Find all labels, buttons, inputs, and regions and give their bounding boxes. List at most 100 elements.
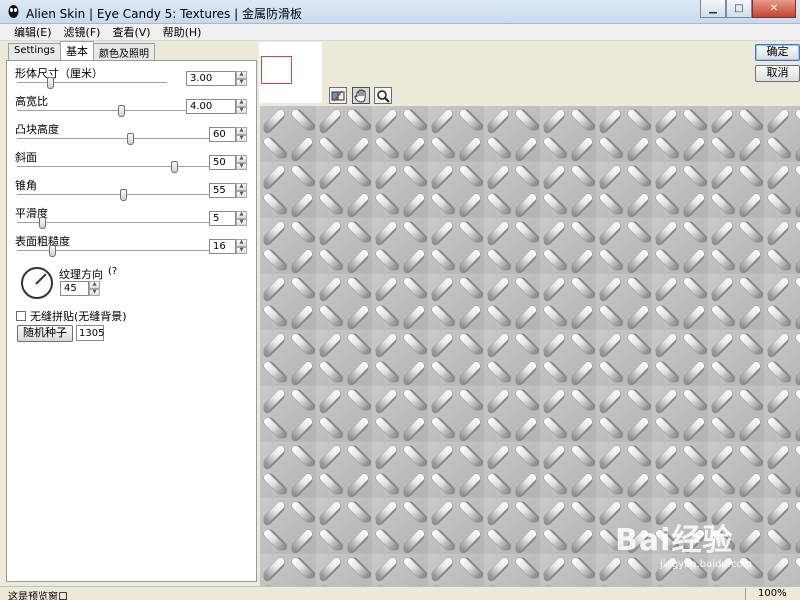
slider-track[interactable] [17,110,187,112]
seamless-option[interactable]: 无缝拼贴(无缝背景) [16,308,127,324]
spin-down-icon[interactable]: ▼ [236,162,247,170]
spin-up-icon[interactable]: ▲ [236,71,247,79]
seamless-checkbox[interactable] [16,311,26,321]
shape-size-spinner[interactable]: 3.00 ▲ ▼ [186,71,247,86]
seamless-label: 无缝拼贴(无缝背景) [30,310,127,323]
spinner-value[interactable]: 4.00 [186,99,236,114]
spin-down-icon[interactable]: ▼ [89,288,100,296]
direction-dial[interactable] [21,267,53,299]
param-label: 高宽比 [15,95,48,108]
dial-needle [35,273,47,285]
random-seed-button[interactable]: 随机种子 [17,325,73,342]
smoothness-spinner[interactable]: 5 ▲ ▼ [209,211,247,226]
param-bevel: 斜面 50 ▲ ▼ [15,149,255,177]
cancel-button[interactable]: 取消 [755,65,800,82]
spinner-value[interactable]: 16 [209,239,236,254]
slider-thumb[interactable] [127,133,135,145]
spinner-value[interactable]: 45 [60,281,89,296]
zoom-tool-button[interactable] [374,87,392,104]
param-label: 锥角 [15,179,37,192]
hand-tool-button[interactable] [352,87,370,104]
param-label: 斜面 [15,151,37,164]
compare-button[interactable] [329,87,347,104]
menu-filter[interactable]: 滤镜(F) [58,24,107,40]
param-smoothness: 平滑度 5 ▲ ▼ [15,205,255,233]
maximize-button[interactable]: □ [726,0,752,18]
spin-up-icon[interactable]: ▲ [236,211,247,219]
slider-track[interactable] [17,194,209,196]
status-message: 这是预览窗口 [8,592,68,600]
maximize-icon: □ [734,3,744,14]
help-icon[interactable]: (? [108,266,117,277]
status-separator [745,588,746,600]
menu-help[interactable]: 帮助(H) [157,24,208,40]
slider-thumb[interactable] [119,189,127,201]
param-label: 凸块高度 [15,123,59,136]
seed-field[interactable]: 1305 [76,325,104,341]
spin-down-icon[interactable]: ▼ [236,106,247,114]
spin-up-icon[interactable]: ▲ [236,99,247,107]
menu-edit[interactable]: 编辑(E) [8,24,58,40]
menu-bar: 编辑(E) 滤镜(F) 查看(V) 帮助(H) [0,24,800,41]
slider-thumb[interactable] [47,77,54,89]
param-taper-angle: 锥角 55 ▲ ▼ [15,177,255,205]
baidu-watermark: Bai经验 jingyan.baidu.com [615,515,752,570]
compare-icon [331,90,345,101]
zoom-icon [377,89,390,103]
tab-basic[interactable]: 基本 [60,41,95,60]
close-button[interactable]: ✕ [752,0,796,18]
tab-lighting[interactable]: 颜色及照明 [93,43,156,60]
alien-skin-icon [8,5,19,18]
param-label: 形体尺寸（厘米） [15,67,103,80]
watermark-brand: Bai经验 [615,523,734,558]
ok-button[interactable]: 确定 [755,44,800,61]
navigator-panel[interactable] [259,42,322,103]
slider-track[interactable] [17,250,209,252]
spinner-value[interactable]: 55 [209,183,236,198]
slider-thumb[interactable] [38,217,46,229]
bevel-spinner[interactable]: 50 ▲ ▼ [209,155,247,170]
slider-thumb[interactable] [117,105,125,117]
navigator-viewport[interactable] [261,56,292,84]
window-title: Alien Skin | Eye Candy 5: Textures | 金属防… [26,7,302,21]
spin-up-icon[interactable]: ▲ [89,281,100,289]
spinner-value[interactable]: 5 [209,211,236,226]
spinner-value[interactable]: 60 [209,127,236,142]
bump-height-spinner[interactable]: 60 ▲ ▼ [209,127,247,142]
diamond-plate-texture [260,106,800,586]
minimize-icon: ▁ [709,3,717,14]
direction-label: 纹理方向 [59,268,103,281]
direction-spinner[interactable]: 45 ▲ ▼ [60,281,100,296]
spin-down-icon[interactable]: ▼ [236,134,247,142]
slider-thumb[interactable] [171,161,179,173]
texture-preview[interactable]: Bai经验 jingyan.baidu.com [260,106,800,586]
spin-up-icon[interactable]: ▲ [236,239,247,247]
spin-down-icon[interactable]: ▼ [236,218,247,226]
param-label: 表面粗糙度 [15,235,70,248]
spin-down-icon[interactable]: ▼ [236,246,247,254]
slider-track[interactable] [17,138,209,140]
surface-roughness-spinner[interactable]: 16 ▲ ▼ [209,239,247,254]
spin-up-icon[interactable]: ▲ [236,155,247,163]
param-surface-roughness: 表面粗糙度 16 ▲ ▼ [15,233,255,261]
taper-angle-spinner[interactable]: 55 ▲ ▼ [209,183,247,198]
spin-down-icon[interactable]: ▼ [236,190,247,198]
spinner-value[interactable]: 3.00 [186,71,236,86]
window-controls: ▁ □ ✕ [700,0,796,18]
hand-icon [354,89,366,102]
spin-down-icon[interactable]: ▼ [236,78,247,86]
minimize-button[interactable]: ▁ [700,0,726,18]
zoom-level: 100% [758,588,787,599]
slider-thumb[interactable] [48,245,56,257]
param-aspect-ratio: 高宽比 4.00 ▲ ▼ [15,93,255,121]
slider-track[interactable] [17,166,209,168]
spin-up-icon[interactable]: ▲ [236,127,247,135]
parameter-panel: 形体尺寸（厘米） 3.00 ▲ ▼ 高宽比 4.00 ▲ ▼ 凸块高度 60 ▲ ▼ … [6,60,257,582]
slider-track[interactable] [17,82,167,84]
title-bar: Alien Skin | Eye Candy 5: Textures | 金属防… [0,0,800,24]
tab-settings[interactable]: Settings [8,43,62,60]
spin-up-icon[interactable]: ▲ [236,183,247,191]
aspect-ratio-spinner[interactable]: 4.00 ▲ ▼ [186,99,247,114]
menu-view[interactable]: 查看(V) [106,24,156,40]
spinner-value[interactable]: 50 [209,155,236,170]
